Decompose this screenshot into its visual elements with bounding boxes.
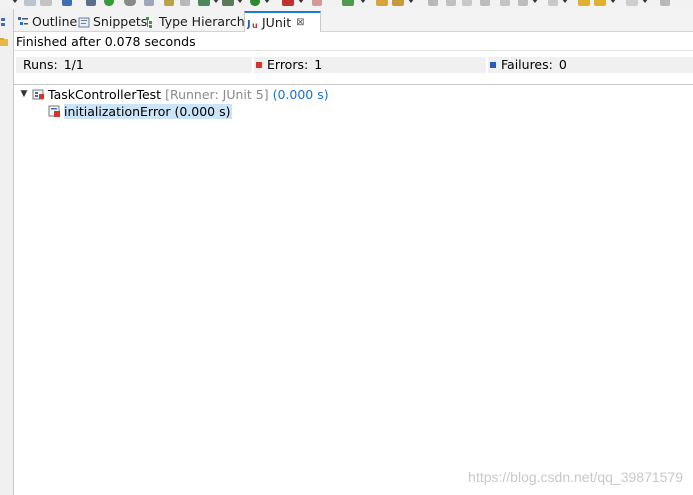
type-hierarchy-icon <box>146 16 152 28</box>
dropdown-arrow-icon[interactable] <box>610 0 616 3</box>
dropdown-arrow-icon[interactable] <box>264 0 270 3</box>
errors-label: Errors: <box>267 57 309 72</box>
dropdown-arrow-icon[interactable] <box>298 0 304 3</box>
tab-snippets[interactable]: Snippets <box>76 11 147 32</box>
view-tab-bar: Outline Snippets Type Hierarchy J u JUni… <box>14 9 693 32</box>
dropdown-arrow-icon[interactable] <box>642 0 648 3</box>
eclipse-junit-view: Outline Snippets Type Hierarchy J u JUni… <box>0 0 693 495</box>
run-icon[interactable] <box>250 0 260 6</box>
terminate-icon[interactable] <box>312 0 322 6</box>
debug-launch-icon[interactable] <box>222 0 234 6</box>
failure-icon <box>490 62 496 68</box>
test-suite-error-icon <box>32 89 44 99</box>
runner-label: [Runner: JUnit 5] <box>165 86 269 102</box>
test-method-label: initializationError (0.000 s) <box>64 103 233 119</box>
pin-editor-icon[interactable] <box>500 0 510 6</box>
open-perspective-icon[interactable] <box>660 0 670 6</box>
dropdown-arrow-icon[interactable] <box>408 0 414 3</box>
new-icon[interactable] <box>144 0 154 6</box>
folder-icon[interactable] <box>0 37 8 47</box>
counter-panel: Runs: 1/1 Errors: 1 Failures: 0 <box>14 51 693 85</box>
errors-counter: Errors: 1 <box>254 57 486 73</box>
svg-text:u: u <box>252 21 258 29</box>
run-last-icon[interactable] <box>282 0 294 6</box>
test-tree[interactable]: ▼ TaskControllerTest [Runner: JUnit 5] (… <box>14 85 693 495</box>
prev-annotation-icon[interactable] <box>548 0 558 6</box>
toggle-mark-icon[interactable] <box>446 0 456 6</box>
dropdown-arrow-icon[interactable] <box>562 0 568 3</box>
dropdown-arrow-icon[interactable] <box>213 0 219 3</box>
runs-label: Runs: <box>23 57 58 72</box>
tab-label: Type Hierarchy <box>159 14 253 29</box>
failures-label: Failures: <box>501 57 553 72</box>
pin-icon[interactable] <box>428 0 438 6</box>
svg-text:J: J <box>247 19 251 29</box>
dropdown-arrow-icon[interactable] <box>237 0 243 3</box>
print-icon[interactable] <box>62 0 72 6</box>
junit-icon: J u <box>247 19 258 29</box>
coverage-icon[interactable] <box>124 0 136 6</box>
new-java-class-icon[interactable] <box>342 0 354 6</box>
main-toolbar <box>0 0 693 9</box>
block-select-icon[interactable] <box>462 0 472 6</box>
dropdown-arrow-icon[interactable] <box>12 0 18 3</box>
outline-icon <box>18 16 28 25</box>
tab-junit[interactable]: J u JUnit ⊠ <box>244 11 321 32</box>
runs-counter: Runs: 1/1 <box>16 57 252 73</box>
failures-value: 0 <box>558 57 567 72</box>
runs-value: 1/1 <box>63 57 84 72</box>
dropdown-arrow-icon[interactable] <box>360 0 366 3</box>
test-error-icon <box>48 105 60 117</box>
open-type-icon[interactable] <box>164 0 174 6</box>
external-tools-icon[interactable] <box>198 0 210 6</box>
tree-row-test-class[interactable]: ▼ TaskControllerTest [Runner: JUnit 5] (… <box>18 85 329 103</box>
tree-row-test-method[interactable]: initializationError (0.000 s) <box>46 102 233 120</box>
watermark: https://blog.csdn.net/qq_39871579 <box>468 469 683 485</box>
debug-icon[interactable] <box>104 0 114 6</box>
save-all-icon[interactable] <box>40 0 52 6</box>
snippets-icon <box>78 17 90 27</box>
dropdown-arrow-icon[interactable] <box>532 0 538 3</box>
tab-outline[interactable]: Outline <box>15 11 77 32</box>
tab-label: Snippets <box>93 14 148 29</box>
open-folder-icon[interactable] <box>376 0 388 6</box>
test-class-name: TaskControllerTest <box>48 86 162 102</box>
status-line: Finished after 0.078 seconds <box>14 33 693 51</box>
left-trim-bar <box>0 9 14 495</box>
forward-icon[interactable] <box>626 0 638 6</box>
close-icon[interactable]: ⊠ <box>296 17 304 28</box>
save-icon[interactable] <box>24 0 36 6</box>
tab-label: JUnit <box>262 15 292 30</box>
errors-value: 1 <box>314 57 323 72</box>
next-annotation-icon[interactable] <box>518 0 528 6</box>
failures-counter: Failures: 0 <box>488 57 693 73</box>
open-task-icon[interactable] <box>180 0 190 6</box>
hierarchy-icon[interactable] <box>0 17 8 27</box>
annotation-icon[interactable] <box>392 0 404 6</box>
expand-chevron-icon[interactable]: ▼ <box>18 89 30 99</box>
error-icon <box>256 62 262 68</box>
tab-type-hierarchy[interactable]: Type Hierarchy <box>142 11 252 32</box>
tab-label: Outline <box>32 14 78 29</box>
test-class-time: (0.000 s) <box>272 86 329 102</box>
back-icon[interactable] <box>578 0 590 6</box>
show-whitespace-icon[interactable] <box>480 0 490 6</box>
back-history-icon[interactable] <box>594 0 606 6</box>
search-icon[interactable] <box>86 0 96 6</box>
